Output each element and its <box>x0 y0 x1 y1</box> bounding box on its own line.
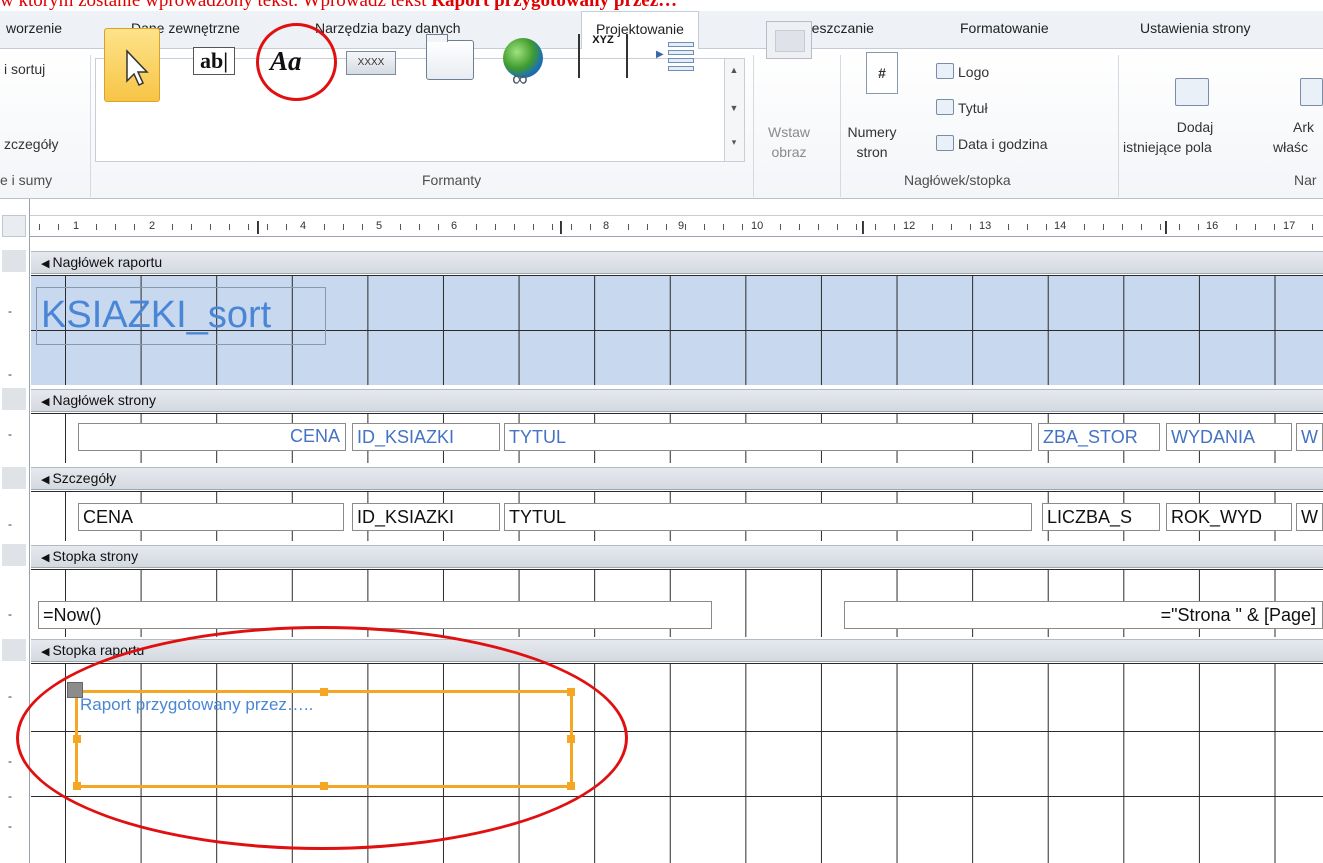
gallery-more-icon[interactable]: ▾ <box>725 137 743 148</box>
section-arrow-icon: ◀ <box>41 646 50 658</box>
field-w[interactable]: W <box>1296 503 1323 531</box>
tab-create[interactable]: worzenie <box>6 20 62 36</box>
section-bar-report-header[interactable]: ◀ Nagłówek raportu <box>31 251 1323 274</box>
section-bar-page-footer[interactable]: ◀ Stopka strony <box>31 545 1323 568</box>
insert-image-label-line2: obraz <box>771 144 807 160</box>
section-selector[interactable] <box>2 250 26 272</box>
ruler-marker[interactable]: | <box>559 218 563 234</box>
section-arrow-icon: ◀ <box>41 258 50 270</box>
section-bar-detail[interactable]: ◀ Szczegóły <box>31 467 1323 490</box>
property-sheet-label-line1[interactable]: Ark <box>1293 119 1314 135</box>
field-cena[interactable]: CENA <box>78 503 344 531</box>
scroll-down-icon[interactable]: ▼ <box>725 103 743 113</box>
title-icon <box>936 99 954 115</box>
label-tytul[interactable]: TYTUL <box>504 423 1032 451</box>
add-fields-icon[interactable] <box>1175 78 1209 106</box>
field-page-number[interactable]: ="Strona " & [Page] <box>844 601 1323 629</box>
button-icon[interactable]: XXXX <box>346 51 396 75</box>
title-button[interactable]: Tytuł <box>958 100 988 116</box>
gallery-scrollbar[interactable]: ▲ ▼ ▾ <box>725 58 745 162</box>
logo-icon <box>936 63 954 79</box>
group-separator <box>753 55 754 197</box>
section-selector[interactable] <box>2 544 26 566</box>
group-label-header-footer: Nagłówek/stopka <box>904 172 1011 188</box>
property-sheet-icon[interactable] <box>1300 78 1323 106</box>
instruction-text: w którym zostanie wprowadzony tekst. Wpr… <box>0 0 678 11</box>
arrow-right-icon: ▶ <box>656 49 664 60</box>
group-label-totals: e i sumy <box>0 172 53 188</box>
field-rok-wydania[interactable]: ROK_WYD <box>1166 503 1292 531</box>
insert-image-label-line1: Wstaw <box>768 124 810 140</box>
label-cena[interactable]: CENA <box>260 423 346 451</box>
pointer-icon[interactable] <box>104 28 160 102</box>
page-numbers-icon[interactable]: # <box>866 52 898 94</box>
label-liczba-stron[interactable]: ZBA_STOR <box>1038 423 1160 451</box>
field-id-ksiazki[interactable]: ID_KSIAZKI <box>352 503 500 531</box>
controls-gallery <box>95 58 725 162</box>
page-numbers-label-line1[interactable]: Numery <box>842 124 902 140</box>
details-button-label[interactable]: zczegóły <box>4 136 58 152</box>
label-id-ksiazki[interactable]: ID_KSIAZKI <box>352 423 500 451</box>
ruler-marker[interactable]: | <box>256 218 260 234</box>
property-sheet-label-line2[interactable]: właśc <box>1273 139 1308 155</box>
section-selector[interactable] <box>2 388 26 410</box>
tab-page-setup[interactable]: Ustawienia strony <box>1140 20 1251 36</box>
group-separator <box>840 55 841 197</box>
add-fields-label-line2[interactable]: istniejące pola <box>1123 139 1212 155</box>
ruler-corner[interactable] <box>2 215 26 237</box>
section-selector[interactable] <box>2 639 26 661</box>
section-arrow-icon: ◀ <box>41 552 50 564</box>
textbox-icon[interactable]: ab| <box>193 47 235 75</box>
label-w[interactable]: W <box>1296 423 1323 451</box>
tab-format[interactable]: Formatowanie <box>960 20 1049 36</box>
section-arrow-icon: ◀ <box>41 474 50 486</box>
annotation-ellipse <box>16 626 628 850</box>
insert-image-icon <box>766 21 812 59</box>
list-icon[interactable]: ▶ <box>656 40 698 78</box>
section-bar-page-header[interactable]: ◀ Nagłówek strony <box>31 389 1323 412</box>
page-numbers-label-line2[interactable]: stron <box>842 144 902 160</box>
section-arrow-icon: ◀ <box>41 396 50 408</box>
sort-button-label[interactable]: i sortuj <box>4 61 45 77</box>
field-tytul[interactable]: TYTUL <box>504 503 1032 531</box>
date-time-icon <box>936 135 954 151</box>
tab-control-icon[interactable] <box>426 34 474 80</box>
chart-icon[interactable]: XYZ <box>578 34 628 78</box>
group-label-controls: Formanty <box>422 172 482 188</box>
add-fields-label-line1[interactable]: Dodaj <box>1155 119 1235 135</box>
group-label-tools: Nar <box>1294 172 1317 188</box>
field-now-date[interactable]: =Now() <box>38 601 712 629</box>
section-selector[interactable] <box>2 467 26 489</box>
group-separator <box>1118 55 1119 197</box>
ruler-marker[interactable]: | <box>861 218 865 234</box>
ruler-marker[interactable]: | <box>1164 218 1168 234</box>
group-separator <box>90 55 91 197</box>
logo-button[interactable]: Logo <box>958 64 989 80</box>
annotation-circle-icon <box>256 23 337 101</box>
chain-link-icon: ∞ <box>512 66 528 91</box>
report-title-label[interactable]: KSIAZKI_sort <box>36 287 326 345</box>
scroll-up-icon[interactable]: ▲ <box>725 65 743 75</box>
horizontal-ruler: 1 2 | 4 5 6 | 8 9 10 | 12 13 14 | 16 17 <box>30 215 1323 237</box>
label-rok-wydania[interactable]: WYDANIA <box>1166 423 1292 451</box>
field-liczba-stron[interactable]: LICZBA_S <box>1042 503 1160 531</box>
date-time-button[interactable]: Data i godzina <box>958 136 1048 152</box>
